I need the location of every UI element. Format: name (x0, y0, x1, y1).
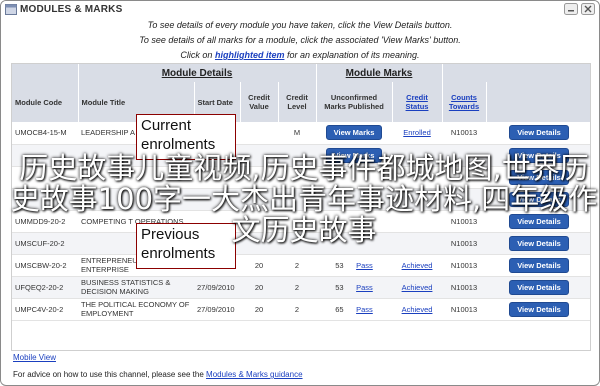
module-title: BUSINESS STATISTICS & DECISION MAKING (78, 276, 194, 299)
col-module-code: Module Code (12, 82, 79, 122)
module-code: UMOCB4-15-M (12, 122, 78, 145)
credit-value: 20 (240, 254, 278, 277)
table-row: UMPC4V-20-2 THE POLITICAL ECONOMY OF EMP… (12, 298, 590, 321)
credit-level: M (278, 122, 317, 145)
col-credit-status[interactable]: Credit Status (392, 82, 443, 122)
mark-cell: 53 Pass (316, 254, 393, 277)
view-details-button[interactable]: View Details (509, 125, 569, 141)
counts-towards: N10013 (442, 298, 487, 321)
minimize-icon[interactable] (564, 3, 578, 15)
col-counts-towards[interactable]: Counts Towards (442, 82, 487, 122)
result-link[interactable]: Pass (356, 261, 373, 270)
mobile-view-link[interactable]: Mobile View (13, 353, 56, 362)
credit-status-link[interactable]: Achieved (402, 283, 433, 292)
highlighted-item-link[interactable]: highlighted item (215, 50, 285, 60)
col-unconfirmed-marks: Unconfirmed Marks Published (316, 82, 393, 122)
module-code: UMSCBW-20-2 (12, 254, 78, 277)
view-details-button[interactable]: View Details (509, 257, 569, 273)
view-details-button[interactable]: View Details (509, 279, 569, 295)
instruction-line-2: To see details of all marks for a module… (139, 35, 461, 45)
counts-towards: N10013 (442, 122, 487, 145)
result-link[interactable]: Pass (356, 283, 373, 292)
mark-value: 53 (335, 282, 344, 292)
credit-value: 20 (240, 276, 278, 299)
modules-marks-window: MODULES & MARKS To see details of every … (0, 0, 600, 386)
close-icon[interactable] (581, 3, 595, 15)
start-date: 27/09/2010 (194, 298, 240, 321)
mark-cell: 65 Pass (316, 298, 393, 321)
credit-value (240, 122, 278, 145)
table-row: UMSCBW-20-2 ENTREPRENEURSHIP & ENTERPRIS… (12, 254, 590, 277)
window-title: MODULES & MARKS (20, 4, 123, 15)
guidance-link[interactable]: Modules & Marks guidance (206, 370, 303, 379)
counts-towards: N10013 (442, 276, 487, 299)
view-marks-button[interactable]: View Marks (325, 125, 383, 141)
module-title: THE POLITICAL ECONOMY OF EMPLOYMENT (78, 298, 194, 321)
col-credit-level: Credit Level (278, 82, 317, 122)
credit-value: 20 (240, 298, 278, 321)
title-bar: MODULES & MARKS (1, 1, 599, 18)
view-details-button[interactable]: View Details (509, 301, 569, 317)
module-code: UMPC4V-20-2 (12, 298, 78, 321)
table-row: UFQEQ2-20-2 BUSINESS STATISTICS & DECISI… (12, 276, 590, 299)
credit-level: 2 (278, 276, 317, 299)
credit-level: 2 (278, 254, 317, 277)
module-details-header[interactable]: Module Details (78, 64, 317, 82)
overlay-caption: 历史故事儿童视频,历史事件都城地图,世界历史故事100字一大杰出青年事迹材料,四… (10, 151, 598, 247)
module-marks-header[interactable]: Module Marks (316, 64, 443, 82)
window-icon (5, 4, 17, 15)
mark-cell: 53 Pass (316, 276, 393, 299)
mark-value: 53 (335, 260, 344, 270)
instruction-line-1: To see details of every module you have … (147, 20, 453, 30)
start-date: 27/09/2010 (194, 276, 240, 299)
credit-status-link[interactable]: Enrolled (403, 128, 431, 137)
col-credit-value: Credit Value (240, 82, 279, 122)
result-link[interactable]: Pass (356, 305, 373, 314)
mark-value: 65 (335, 304, 344, 314)
credit-status-link[interactable]: Achieved (402, 261, 433, 270)
counts-towards: N10013 (442, 254, 487, 277)
credit-status-link[interactable]: Achieved (402, 305, 433, 314)
module-code: UFQEQ2-20-2 (12, 276, 78, 299)
credit-level: 2 (278, 298, 317, 321)
instruction-line-3: Click on highlighted item for an explana… (180, 50, 420, 60)
instructions: To see details of every module you have … (1, 18, 599, 63)
table-row: UMOCB4-15-M LEADERSHIP A M View Marks En… (12, 122, 590, 145)
footer-advice: For advice on how to use this channel, p… (13, 370, 303, 379)
